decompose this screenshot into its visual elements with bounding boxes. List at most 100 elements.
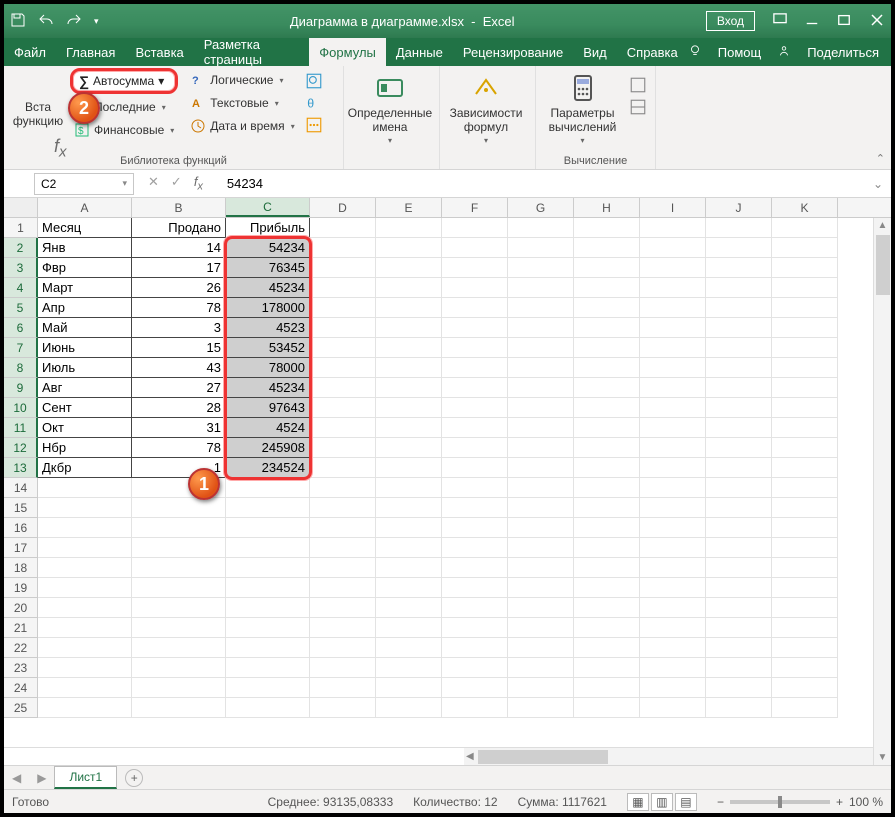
vertical-scrollbar[interactable]: ▲ ▼ [873,218,891,765]
sheet-nav-right-icon[interactable]: ▶ [29,771,54,785]
cell[interactable] [706,638,772,658]
cell[interactable] [574,618,640,638]
cell[interactable] [772,578,838,598]
cell[interactable] [226,558,310,578]
cell[interactable] [376,698,442,718]
cell[interactable]: Авг [38,378,132,398]
cell[interactable] [706,358,772,378]
cell[interactable] [442,658,508,678]
cell[interactable] [38,498,132,518]
cell[interactable]: Март [38,278,132,298]
cell[interactable] [706,418,772,438]
cell[interactable] [640,698,706,718]
add-sheet-button[interactable]: + [125,769,143,787]
sheet-nav-left-icon[interactable]: ◀ [4,771,29,785]
cell[interactable] [508,578,574,598]
cell[interactable] [772,458,838,478]
cell[interactable] [38,598,132,618]
cell[interactable] [772,258,838,278]
cell[interactable] [226,638,310,658]
cell[interactable] [132,498,226,518]
cell[interactable]: 4523 [226,318,310,338]
cell[interactable]: Фвр [38,258,132,278]
cell[interactable] [706,238,772,258]
cell[interactable] [772,318,838,338]
cell[interactable] [508,438,574,458]
cell[interactable]: 78000 [226,358,310,378]
cell[interactable] [376,598,442,618]
cell[interactable] [376,558,442,578]
cell[interactable] [310,458,376,478]
ribbon-options-icon[interactable] [773,13,787,30]
cell[interactable] [574,538,640,558]
view-buttons[interactable]: ▦ ▥ ▤ [627,793,697,811]
cell[interactable] [508,618,574,638]
cell[interactable] [442,358,508,378]
cell[interactable] [508,678,574,698]
cell[interactable] [574,358,640,378]
cell[interactable] [640,398,706,418]
cell[interactable] [442,458,508,478]
cell[interactable] [772,478,838,498]
cell[interactable] [772,558,838,578]
cell[interactable] [376,238,442,258]
cell[interactable]: 76345 [226,258,310,278]
cell[interactable] [376,298,442,318]
cell[interactable] [226,538,310,558]
cell[interactable] [38,678,132,698]
collapse-ribbon-icon[interactable]: ⌃ [876,152,885,165]
cell[interactable] [310,618,376,638]
scroll-thumb[interactable] [876,235,890,295]
cell[interactable]: 78 [132,438,226,458]
cell[interactable]: 4524 [226,418,310,438]
tab-help[interactable]: Справка [617,38,688,66]
cell[interactable] [640,638,706,658]
cell[interactable] [772,418,838,438]
cell[interactable] [640,658,706,678]
lookup-icon[interactable] [305,72,323,90]
logical-button[interactable]: ? Логические▾ [186,70,298,90]
cell[interactable] [310,258,376,278]
cell[interactable] [574,218,640,238]
cell[interactable] [508,238,574,258]
cell[interactable] [376,618,442,638]
scroll-thumb[interactable] [478,750,608,764]
cell[interactable] [640,438,706,458]
close-icon[interactable] [869,12,885,31]
cell[interactable] [376,258,442,278]
cell[interactable] [376,358,442,378]
cell[interactable] [508,598,574,618]
cell[interactable] [508,338,574,358]
cell[interactable] [310,398,376,418]
cell[interactable] [310,238,376,258]
cell[interactable] [574,518,640,538]
cell[interactable] [706,658,772,678]
cell[interactable] [706,458,772,478]
cell[interactable] [640,298,706,318]
column-header[interactable]: C [226,198,310,217]
cell[interactable] [640,678,706,698]
row-header[interactable]: 16 [4,518,38,538]
share-label[interactable]: Поделиться [807,45,879,60]
row-header[interactable]: 6 [4,318,38,338]
cell[interactable] [376,398,442,418]
cell[interactable] [508,318,574,338]
cell[interactable] [772,658,838,678]
cell[interactable] [310,658,376,678]
cell[interactable] [132,658,226,678]
cell[interactable]: Продано [132,218,226,238]
column-header[interactable]: I [640,198,706,217]
cell[interactable]: 245908 [226,438,310,458]
cell[interactable]: 15 [132,338,226,358]
cell[interactable] [706,278,772,298]
cell[interactable] [508,638,574,658]
cell[interactable] [574,338,640,358]
cell[interactable] [442,578,508,598]
cell[interactable] [310,598,376,618]
cell[interactable] [574,258,640,278]
cell[interactable] [772,678,838,698]
cell[interactable] [132,558,226,578]
cell[interactable] [772,618,838,638]
text-button[interactable]: A Текстовые▾ [186,93,298,113]
cell[interactable] [706,518,772,538]
